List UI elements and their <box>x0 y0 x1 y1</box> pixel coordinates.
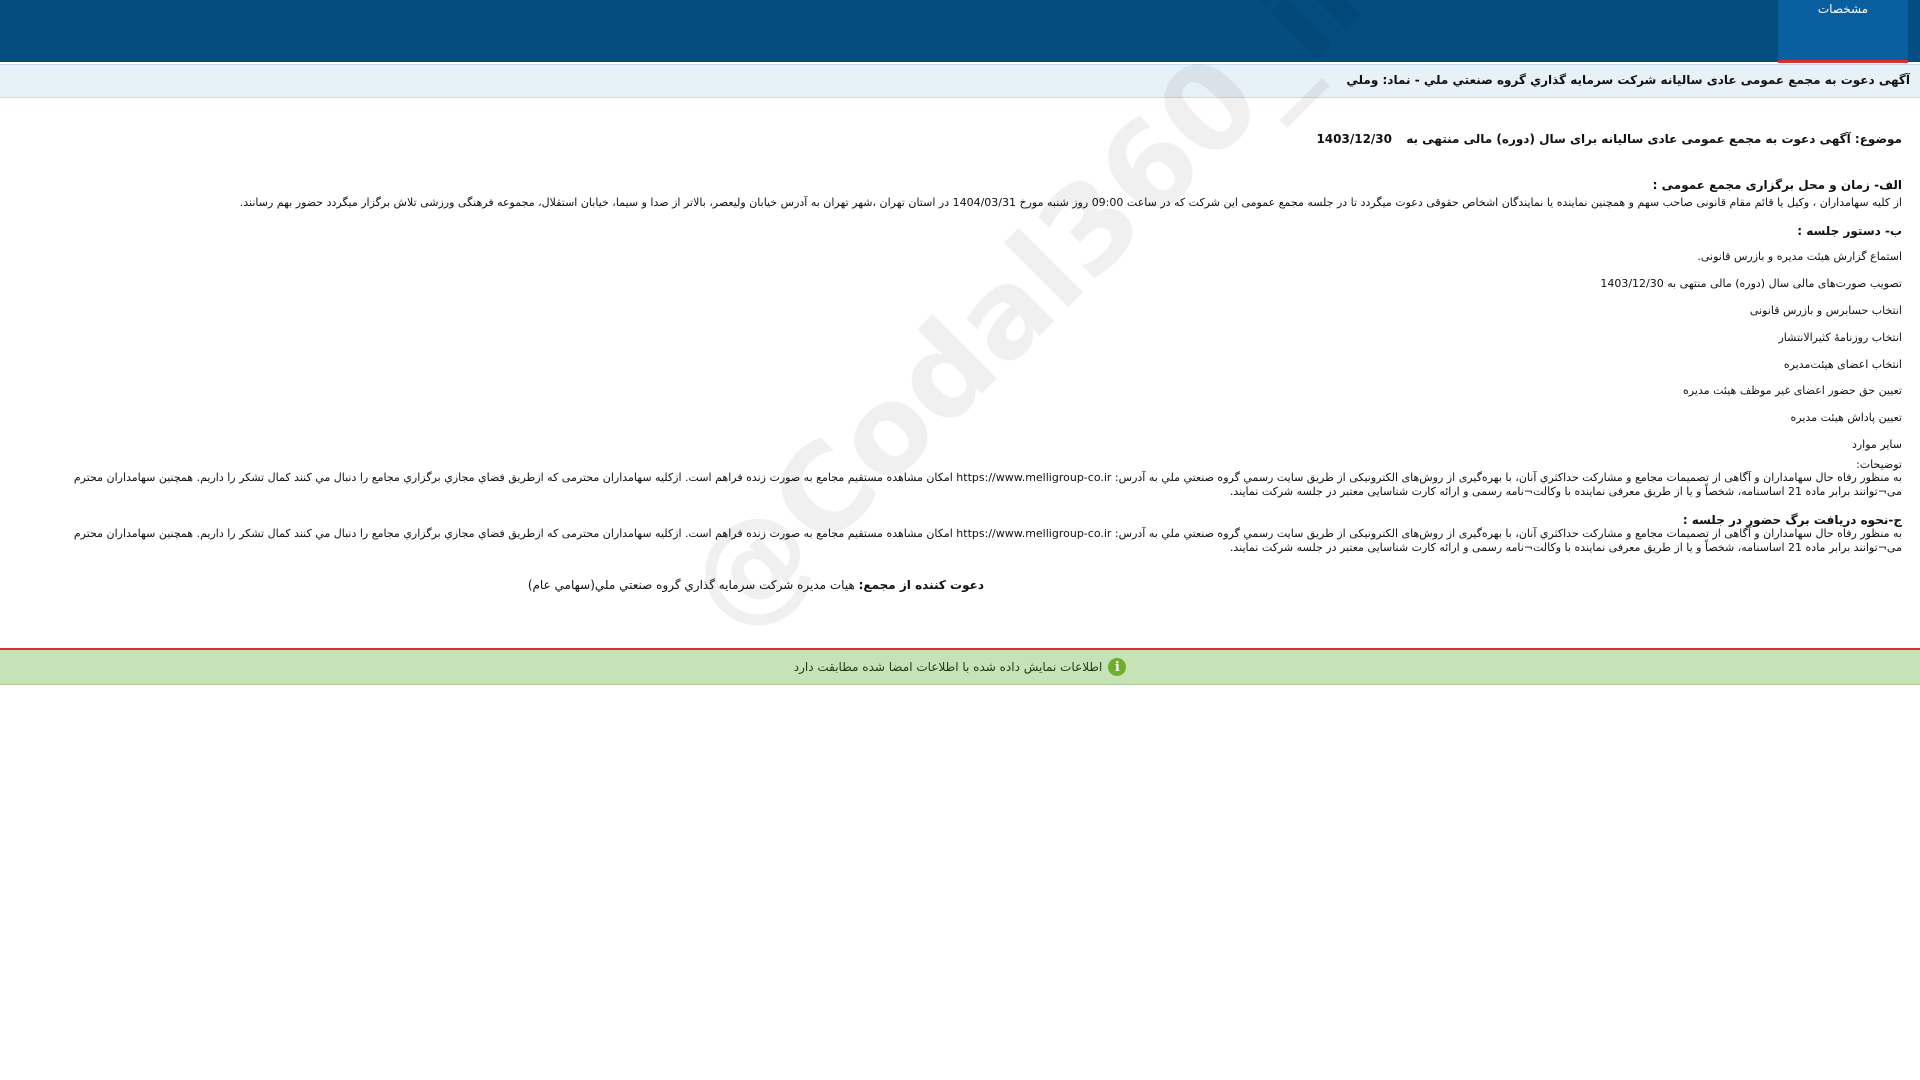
subject-date: 1403/12/30 <box>1316 132 1392 146</box>
tab-details[interactable]: مشخصات <box>1778 0 1908 63</box>
tab-details-label: مشخصات <box>1817 2 1869 16</box>
notes-label: توضیحات: <box>1856 458 1902 471</box>
agenda-item: تعیین حق حضور اعضای غیر موظف هیئت مدیره <box>1683 384 1902 397</box>
inviter-line: دعوت کننده از مجمع: هیات مدیره شرکت سرما… <box>528 578 984 592</box>
inviter-label: دعوت کننده از مجمع: <box>858 578 984 592</box>
subject-line: موضوع: آگهی دعوت به مجمع عمومی عادی سالی… <box>1316 132 1902 146</box>
info-icon: i <box>1108 658 1127 676</box>
section-a-heading: الف- زمان و محل برگزاری مجمع عمومی : <box>1652 178 1902 192</box>
subject-label: موضوع: آگهی دعوت به مجمع عمومی عادی سالی… <box>1406 132 1902 146</box>
watermark: @Codal360_ir <box>660 0 1402 659</box>
agenda-item: استماع گزارش هیئت مدیره و بازرس قانونی. <box>1697 250 1902 263</box>
top-header-bar: مشخصات <box>0 0 1920 63</box>
notes-text: به منظور رفاه حال سهامداران و آگاهی از ت… <box>73 471 1902 498</box>
status-text: اطلاعات نمایش داده شده با اطلاعات امضا ش… <box>793 660 1103 674</box>
inviter-value: هیات مدیره شرکت سرمایه گذاري گروه صنعتي … <box>527 578 855 592</box>
section-c-heading: ج-نحوه دریافت برگ حضور در جلسه : <box>1682 513 1902 527</box>
agenda-item: تعیین پاداش هیئت مدیره <box>1790 411 1902 424</box>
page-title: آگهی دعوت به مجمع عمومی عادی سالیانه شرک… <box>1346 73 1910 87</box>
section-c-text: به منظور رفاه حال سهامداران و آگاهی از ت… <box>73 527 1902 554</box>
announcement-title-bar: آگهی دعوت به مجمع عمومی عادی سالیانه شرک… <box>0 64 1920 98</box>
section-b-heading: ب- دستور جلسه : <box>1797 224 1902 238</box>
agenda-item: سایر موارد <box>1851 438 1902 451</box>
agenda-item: انتخاب حسابرس و بازرس قانونی <box>1749 304 1902 317</box>
section-a-text: از کلیه سهامداران ، وکیل یا قائم مقام قا… <box>239 196 1902 209</box>
agenda-item: انتخاب روزنامۀ کثیرالانتشار <box>1778 331 1902 344</box>
agenda-item: تصویب صورت‌های مالی سال (دوره) مالی منته… <box>1600 277 1902 290</box>
signature-status-bar: i اطلاعات نمایش داده شده با اطلاعات امضا… <box>0 648 1920 685</box>
agenda-item: انتخاب اعضای هیئت‌مدیره <box>1783 358 1902 371</box>
